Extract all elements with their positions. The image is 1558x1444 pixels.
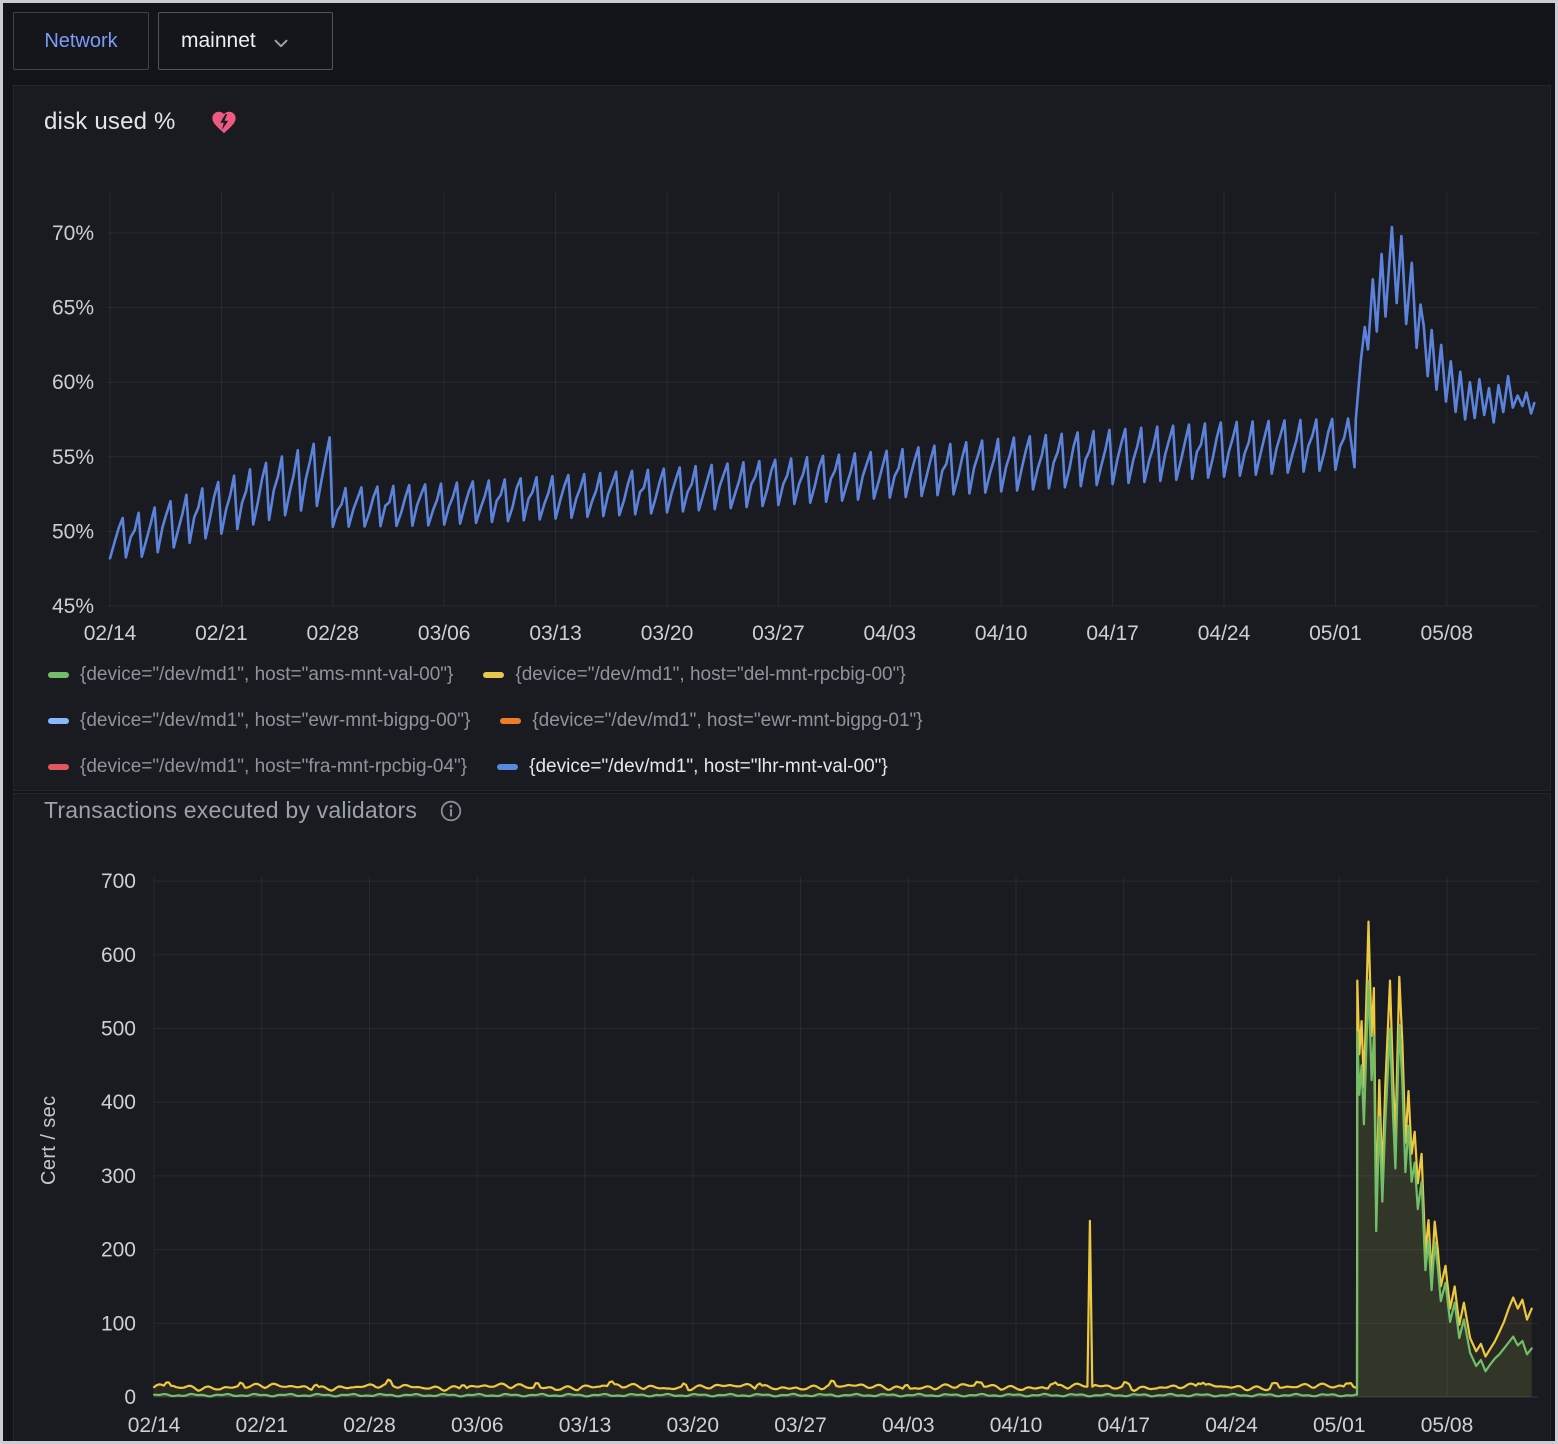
transactions-panel-header: Transactions executed by validators — [44, 797, 463, 824]
x-axis-tick-label: 02/28 — [343, 1414, 396, 1437]
y-axis-tick-label: 65% — [52, 297, 94, 320]
y-axis-tick-label: 45% — [52, 595, 94, 618]
x-axis-tick-label: 02/21 — [235, 1414, 288, 1437]
x-axis-tick-label: 05/01 — [1309, 622, 1362, 645]
x-axis-tick-label: 03/06 — [451, 1414, 504, 1437]
y-axis-tick-label: 200 — [101, 1239, 136, 1262]
x-axis-tick-label: 03/13 — [529, 622, 582, 645]
x-axis-tick-label: 05/01 — [1313, 1414, 1366, 1437]
y-axis-tick-label: 55% — [52, 446, 94, 469]
y-axis-tick-label: 50% — [52, 520, 94, 543]
disk-chart-legend: {device="/dev/md1", host="ams-mnt-val-00… — [48, 664, 923, 778]
x-axis-tick-label: 05/08 — [1421, 1414, 1474, 1437]
legend-item[interactable]: {device="/dev/md1", host="ewr-mnt-bigpg-… — [48, 710, 470, 732]
x-axis-tick-label: 03/20 — [641, 622, 694, 645]
disk-panel-header: disk used % — [44, 108, 238, 136]
x-axis-tick-label: 03/06 — [418, 622, 471, 645]
series-color-marker — [48, 672, 69, 678]
x-axis-tick-label: 04/03 — [864, 622, 917, 645]
series-line-yellow — [154, 922, 1532, 1391]
x-axis-tick-label: 04/24 — [1205, 1414, 1258, 1437]
y-axis-tick-label: 700 — [101, 870, 136, 893]
series-line-lhr-mnt-val-00 — [110, 227, 1534, 558]
disk-used-panel: disk used % 45% 50% 55% 60% 65% 70% 02/14 02/21… — [13, 85, 1551, 791]
y-axis-tick-label: 0 — [124, 1386, 136, 1409]
series-color-marker — [500, 718, 521, 724]
x-axis-tick-label: 03/27 — [752, 622, 805, 645]
x-axis-tick-label: 04/24 — [1198, 622, 1251, 645]
gridlines — [154, 876, 1538, 1397]
legend-item-label: {device="/dev/md1", host="ewr-mnt-bigpg-… — [80, 710, 470, 732]
variable-label: Network — [44, 30, 117, 53]
y-axis-tick-label: 100 — [101, 1312, 136, 1335]
series-area-green — [154, 981, 1532, 1397]
x-axis-tick-label: 04/17 — [1097, 1414, 1150, 1437]
legend-item-label: {device="/dev/md1", host="fra-mnt-rpcbig… — [80, 756, 467, 778]
variable-label-box: Network — [13, 12, 149, 70]
y-axis-tick-label: 500 — [101, 1018, 136, 1041]
series-color-marker — [48, 764, 69, 770]
x-axis-tick-label: 03/27 — [774, 1414, 827, 1437]
legend-item-label: {device="/dev/md1", host="ams-mnt-val-00… — [80, 664, 453, 686]
transactions-chart[interactable]: 0 100 200 300 400 500 600 700 02/14 02/21 02/28 03/… — [14, 854, 1552, 1442]
transactions-panel: Transactions executed by validators Cert… — [13, 793, 1551, 1444]
legend-item-label: {device="/dev/md1", host="lhr-mnt-val-00… — [529, 756, 888, 778]
series-color-marker — [483, 672, 504, 678]
legend-item-label: {device="/dev/md1", host="del-mnt-rpcbig… — [515, 664, 905, 686]
disk-usage-chart[interactable]: 45% 50% 55% 60% 65% 70% 02/14 02/21 02/28 03/06 03… — [14, 182, 1552, 660]
x-axis-tick-label: 03/13 — [559, 1414, 612, 1437]
series-area-yellow — [154, 922, 1532, 1397]
x-axis-tick-label: 02/21 — [195, 622, 248, 645]
x-axis-tick-label: 04/10 — [975, 622, 1028, 645]
x-axis-tick-label: 04/03 — [882, 1414, 935, 1437]
x-axis-tick-label: 03/20 — [666, 1414, 719, 1437]
series-line-green — [154, 981, 1532, 1397]
legend-item[interactable]: {device="/dev/md1", host="fra-mnt-rpcbig… — [48, 756, 467, 778]
legend-item[interactable]: {device="/dev/md1", host="ams-mnt-val-00… — [48, 664, 453, 686]
y-axis-tick-label: 70% — [52, 222, 94, 245]
legend-item-label: {device="/dev/md1", host="ewr-mnt-bigpg-… — [532, 710, 922, 732]
network-dropdown[interactable]: mainnet — [158, 12, 333, 70]
x-axis-tick-label: 02/14 — [84, 622, 137, 645]
y-axis-tick-label: 600 — [101, 944, 136, 967]
disk-panel-title: disk used % — [44, 108, 176, 136]
chevron-down-icon — [270, 32, 292, 54]
legend-item[interactable]: {device="/dev/md1", host="ewr-mnt-bigpg-… — [500, 710, 922, 732]
info-icon[interactable] — [439, 799, 463, 823]
legend-row: {device="/dev/md1", host="fra-mnt-rpcbig… — [48, 756, 923, 778]
network-dropdown-value: mainnet — [181, 29, 256, 53]
x-axis-tick-label: 04/10 — [990, 1414, 1043, 1437]
x-axis-tick-label: 02/28 — [307, 622, 360, 645]
transactions-panel-title: Transactions executed by validators — [44, 797, 417, 824]
legend-row: {device="/dev/md1", host="ewr-mnt-bigpg-… — [48, 710, 923, 732]
y-axis-tick-label: 60% — [52, 371, 94, 394]
gridlines — [107, 192, 1538, 606]
grafana-dashboard: Network mainnet disk used % 45% 50% 55% 60%… — [0, 0, 1558, 1444]
y-axis-tick-label: 300 — [101, 1165, 136, 1188]
legend-item[interactable]: {device="/dev/md1", host="del-mnt-rpcbig… — [483, 664, 905, 686]
legend-row: {device="/dev/md1", host="ams-mnt-val-00… — [48, 664, 923, 686]
series-color-marker — [497, 764, 518, 770]
legend-item[interactable]: {device="/dev/md1", host="lhr-mnt-val-00… — [497, 756, 888, 778]
x-axis-tick-label: 02/14 — [128, 1414, 181, 1437]
x-axis-tick-label: 05/08 — [1421, 622, 1474, 645]
alert-heart-break-icon[interactable] — [210, 109, 238, 135]
y-axis-tick-label: 400 — [101, 1091, 136, 1114]
x-axis-tick-label: 04/17 — [1086, 622, 1139, 645]
series-color-marker — [48, 718, 69, 724]
